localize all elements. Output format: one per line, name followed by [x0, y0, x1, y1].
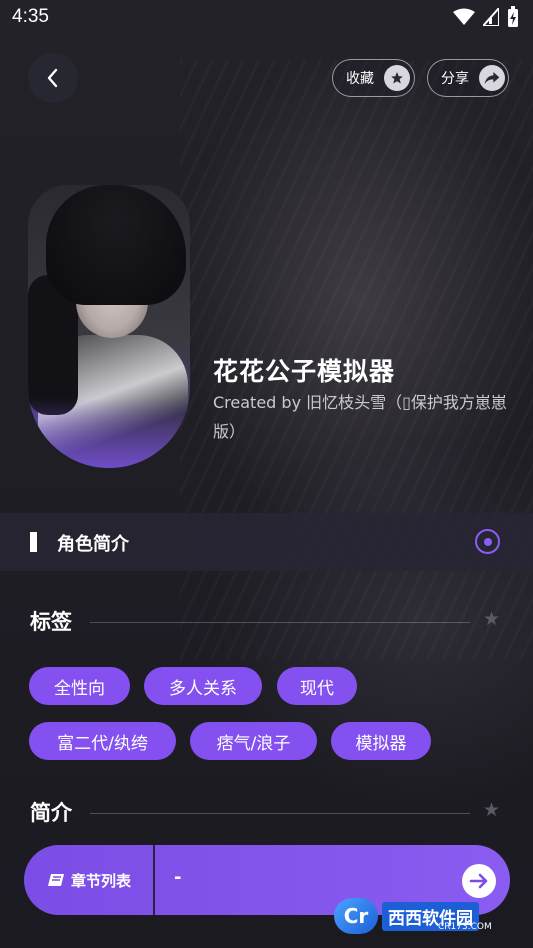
star-icon: ★ [483, 608, 501, 630]
status-bar: 4:35 [0, 0, 533, 36]
tag-chip[interactable]: 现代 [277, 667, 357, 705]
share-label: 分享 [441, 71, 469, 87]
role-intro-bar[interactable]: 角色简介 [0, 513, 533, 571]
intro-divider [90, 813, 470, 814]
favorite-label: 收藏 [346, 71, 374, 87]
signal-icon [483, 8, 499, 26]
creator-credit: Created by 旧忆枝头雪（▯保护我方崽崽版） [213, 393, 507, 441]
tag-chip[interactable]: 全性向 [29, 667, 130, 705]
star-icon: ★ [483, 799, 501, 821]
chapter-list-button[interactable]: 章节列表 [24, 845, 154, 915]
tag-chip[interactable]: 多人关系 [144, 667, 262, 705]
character-avatar [28, 185, 190, 468]
book-icon [47, 874, 64, 886]
watermark-url: CR173.COM [438, 922, 492, 932]
go-button[interactable] [462, 864, 496, 898]
current-chapter: - [174, 867, 182, 888]
arrow-right-icon [469, 873, 488, 889]
status-icons [453, 6, 519, 28]
target-icon[interactable] [475, 529, 500, 554]
intro-section-title: 简介 [30, 801, 72, 825]
star-icon [384, 65, 410, 91]
section-marker [30, 532, 37, 552]
tags-section-title: 标签 [30, 610, 72, 634]
watermark: Cr 西西软件园 CR173.COM [334, 896, 514, 936]
back-button[interactable] [28, 53, 78, 103]
chevron-left-icon [47, 68, 58, 88]
share-arrow-icon [479, 65, 505, 91]
watermark-logo: Cr [334, 898, 378, 934]
status-time: 4:35 [12, 6, 49, 27]
tag-chip[interactable]: 模拟器 [331, 722, 431, 760]
battery-charging-icon [508, 6, 518, 27]
role-intro-label: 角色简介 [57, 534, 129, 555]
favorite-button[interactable]: 收藏 [332, 59, 415, 97]
action-divider [153, 845, 155, 915]
character-title: 花花公子模拟器 [213, 357, 396, 386]
tag-chip[interactable]: 富二代/纨绔 [29, 722, 176, 760]
share-button[interactable]: 分享 [427, 59, 509, 97]
chapter-list-label: 章节列表 [70, 871, 131, 890]
tags-divider [90, 622, 470, 623]
wifi-icon [453, 8, 475, 25]
tag-chip[interactable]: 痞气/浪子 [190, 722, 317, 760]
